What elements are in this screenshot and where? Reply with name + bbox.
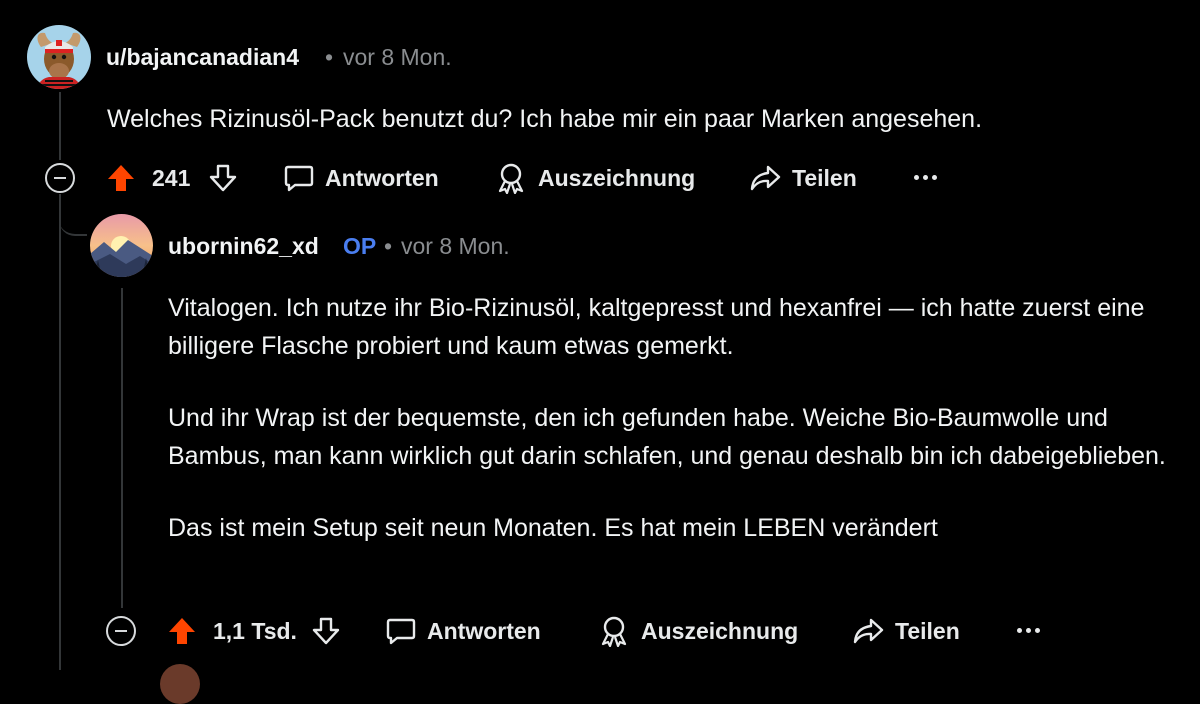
thread-line-main-lower bbox=[59, 194, 61, 670]
sunset-avatar-image bbox=[90, 214, 153, 277]
share-arrow-icon bbox=[853, 618, 884, 644]
comment-paragraph: Vitalogen. Ich nutze ihr Bio-Rizinusöl, … bbox=[168, 294, 1145, 360]
comment-author[interactable]: ubornin62_xd bbox=[168, 233, 319, 260]
downvote-button[interactable] bbox=[207, 163, 239, 193]
comment-paragraph: Und ihr Wrap ist der bequemste, den ich … bbox=[168, 404, 1166, 470]
more-options-button[interactable] bbox=[1017, 628, 1040, 633]
award-ribbon-icon bbox=[601, 616, 627, 647]
award-ribbon-icon bbox=[498, 163, 524, 194]
comment-body: Welches Rizinusöl-Pack benutzt du? Ich h… bbox=[107, 100, 1167, 138]
meta-separator: • bbox=[325, 44, 334, 70]
speech-bubble-icon bbox=[386, 618, 416, 645]
downvote-arrow-icon bbox=[312, 617, 340, 645]
upvote-arrow-icon bbox=[108, 165, 134, 191]
comment-text: Welches Rizinusöl-Pack benutzt du? Ich h… bbox=[107, 105, 983, 133]
award-label: Auszeichnung bbox=[641, 617, 799, 644]
award-button[interactable]: Auszeichnung bbox=[494, 162, 695, 194]
share-label: Teilen bbox=[792, 164, 857, 191]
comment-author[interactable]: u/bajancanadian4 bbox=[106, 44, 299, 71]
upvote-arrow-icon bbox=[169, 618, 195, 644]
collapse-button[interactable] bbox=[106, 616, 136, 646]
share-button[interactable]: Teilen bbox=[851, 615, 960, 647]
comment-timestamp[interactable]: vor 8 Mon. bbox=[401, 233, 510, 260]
thread-connector bbox=[59, 196, 87, 236]
meta-separator: • bbox=[384, 233, 393, 259]
award-button[interactable]: Auszeichnung bbox=[597, 615, 798, 647]
reply-label: Antworten bbox=[427, 617, 541, 644]
op-badge: OP bbox=[343, 233, 377, 259]
award-label: Auszeichnung bbox=[538, 164, 696, 191]
avatar[interactable] bbox=[27, 25, 91, 89]
more-dots-icon bbox=[914, 175, 919, 180]
more-dots-icon bbox=[1017, 628, 1022, 633]
reply-button[interactable]: Antworten bbox=[283, 162, 439, 194]
more-options-button[interactable] bbox=[914, 175, 937, 180]
downvote-arrow-icon bbox=[209, 164, 237, 192]
vote-count: 1,1 Tsd. bbox=[213, 617, 297, 644]
reply-label: Antworten bbox=[325, 164, 439, 191]
comment-body: Vitalogen. Ich nutze ihr Bio-Rizinusöl, … bbox=[168, 289, 1178, 547]
share-label: Teilen bbox=[895, 617, 960, 644]
next-avatar-partial bbox=[160, 664, 200, 704]
share-button[interactable]: Teilen bbox=[748, 162, 857, 194]
share-arrow-icon bbox=[750, 165, 781, 191]
comment-paragraph: Das ist mein Setup seit neun Monaten. Es… bbox=[168, 514, 938, 542]
downvote-button[interactable] bbox=[310, 616, 342, 646]
avatar[interactable] bbox=[90, 214, 153, 277]
speech-bubble-icon bbox=[284, 165, 314, 192]
reply-button[interactable]: Antworten bbox=[385, 615, 541, 647]
comment-timestamp[interactable]: vor 8 Mon. bbox=[343, 44, 452, 71]
vote-count: 241 bbox=[152, 164, 191, 191]
thread-line-reply bbox=[121, 288, 123, 608]
moose-avatar-image bbox=[27, 25, 91, 89]
upvote-button[interactable] bbox=[106, 163, 136, 193]
collapse-button[interactable] bbox=[45, 163, 75, 193]
thread-line-main bbox=[59, 92, 61, 160]
upvote-button[interactable] bbox=[167, 616, 197, 646]
